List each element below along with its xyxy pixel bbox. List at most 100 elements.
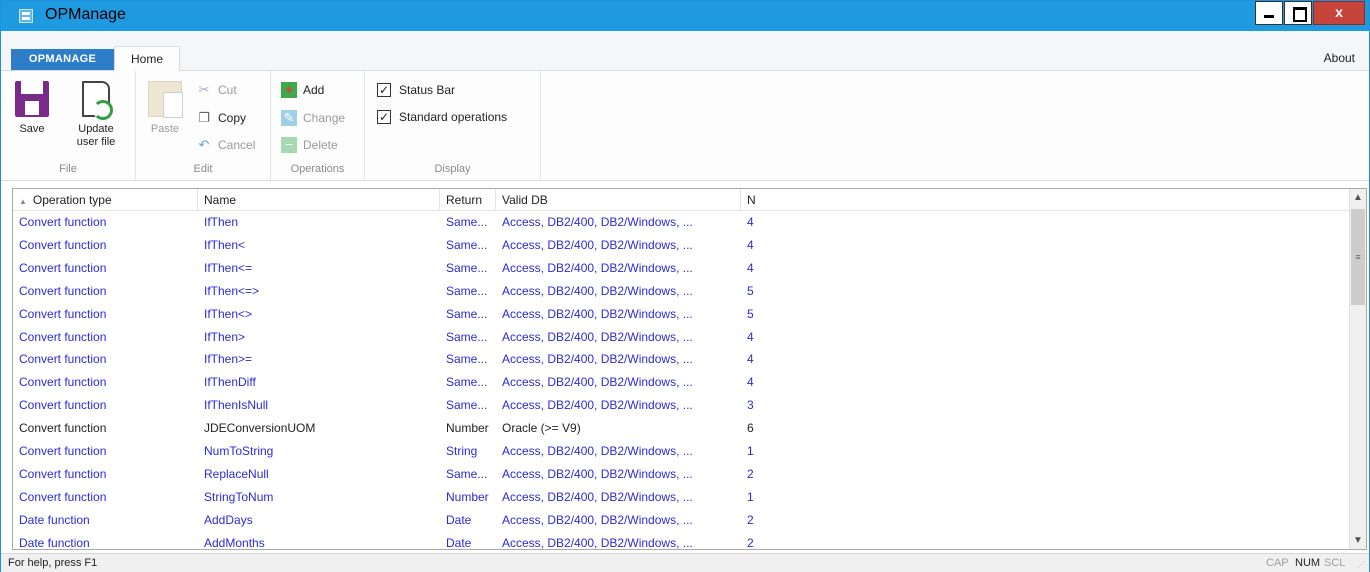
table-row[interactable]: Date function AddMonths Date Access, DB2/40… <box>13 532 1351 550</box>
scroll-lock-indicator: SCL <box>1324 557 1346 569</box>
update-user-file-button[interactable]: Update user file <box>65 81 127 149</box>
maximize-button[interactable] <box>1284 1 1312 25</box>
table-row[interactable]: Convert function IfThen Same... Access, DB2… <box>13 211 1351 234</box>
cell-n: 1 <box>747 444 754 458</box>
cell-name: AddMonths <box>204 535 265 550</box>
update-label-line2: user file <box>76 136 116 148</box>
cell-name: IfThen>= <box>204 352 253 367</box>
check-icon: ✓ <box>377 83 391 97</box>
table-row[interactable]: Convert function NumToString String Access,… <box>13 440 1351 463</box>
delete-label: Delete <box>303 138 338 152</box>
cell-name: StringToNum <box>204 489 274 504</box>
cell-name: IfThen <box>204 215 239 229</box>
cell-db: Access, DB2/400, DB2/Windows, ... <box>502 398 693 413</box>
scroll-down-arrow-icon[interactable]: ▼ <box>1350 532 1366 549</box>
change-button[interactable]: ✎ Change <box>281 109 345 127</box>
update-file-icon <box>82 81 113 120</box>
status-bar-checkbox[interactable]: ✓ Status Bar <box>377 81 455 99</box>
table-row[interactable]: Convert function IfThenIsNull Same... Acces… <box>13 394 1351 417</box>
app-icon[interactable] <box>19 9 33 23</box>
cell-name: IfThen< <box>204 237 246 252</box>
cell-db: Access, DB2/400, DB2/Windows, ... <box>502 466 693 481</box>
table-row[interactable]: Convert function IfThen<> Same... Access, D… <box>13 303 1351 326</box>
save-label: Save <box>19 123 45 135</box>
tab-home[interactable]: Home <box>114 46 180 72</box>
table-row[interactable]: Convert function IfThen>= Same... Access, D… <box>13 348 1351 371</box>
paste-icon <box>148 81 183 118</box>
table-row[interactable]: Convert function JDEConversionUOM Number Or… <box>13 417 1351 440</box>
column-header-valid-db[interactable]: Valid DB <box>496 189 741 211</box>
cell-n: 6 <box>747 421 754 436</box>
about-link[interactable]: About <box>1324 51 1355 65</box>
cell-db: Access, DB2/400, DB2/Windows, ... <box>502 215 693 229</box>
copy-label: Copy <box>218 111 247 125</box>
table-row[interactable]: Convert function StringToNum Number Access,… <box>13 486 1351 509</box>
table-row[interactable]: Convert function ReplaceNull Same... Access… <box>13 463 1351 486</box>
cell-db: Access, DB2/400, DB2/Windows, ... <box>502 489 693 504</box>
cell-type: Convert function <box>19 329 107 344</box>
cell-n: 2 <box>747 466 754 481</box>
cut-button[interactable]: ✂ Cut <box>196 81 237 99</box>
ribbon-group-edit: Paste ✂ Cut ❐ Copy ↶ Cancel Edit <box>136 71 271 181</box>
table-row[interactable]: Convert function IfThenDiff Same... Access,… <box>13 371 1351 394</box>
cell-type: Date function <box>19 512 90 527</box>
cell-n: 4 <box>747 375 754 390</box>
column-header-operation-type[interactable]: ▲ Operation type <box>13 189 198 211</box>
paste-button[interactable]: Paste <box>144 81 186 136</box>
cell-name: JDEConversionUOM <box>204 421 316 436</box>
scroll-up-arrow-icon[interactable]: ▲ <box>1350 189 1366 206</box>
table-body: Convert function IfThen Same... Access, DB2… <box>13 211 1351 550</box>
cell-n: 2 <box>747 512 754 527</box>
vertical-scrollbar[interactable]: ▲ ≡ ▼ <box>1349 189 1366 549</box>
cell-type: Convert function <box>19 306 107 321</box>
scissors-icon: ✂ <box>198 82 210 97</box>
cut-label: Cut <box>218 83 237 97</box>
table-row[interactable]: Date function AddDays Date Access, DB2/400,… <box>13 509 1351 532</box>
delete-icon: − <box>281 137 297 153</box>
table-row[interactable]: Convert function IfThen<= Same... Access, D… <box>13 257 1351 280</box>
column-header-n[interactable]: N <box>741 189 769 211</box>
tab-opmanage[interactable]: OPMANAGE <box>11 49 114 70</box>
table-row[interactable]: Convert function IfThen> Same... Access, DB… <box>13 326 1351 349</box>
column-header-return[interactable]: Return <box>440 189 496 211</box>
status-bar-label: Status Bar <box>399 83 456 97</box>
cell-ret: Date <box>446 535 472 550</box>
cell-db: Oracle (>= V9) <box>502 421 581 436</box>
cell-ret: Same... <box>446 215 488 229</box>
cell-name: IfThen<=> <box>204 283 260 298</box>
add-button[interactable]: + Add <box>281 81 324 99</box>
cell-db: Access, DB2/400, DB2/Windows, ... <box>502 352 693 367</box>
cell-name: IfThen<= <box>204 260 253 275</box>
group-label-edit: Edit <box>193 163 213 175</box>
resize-grip-icon[interactable]: ⋰ <box>1357 561 1367 571</box>
minimize-button[interactable] <box>1255 1 1283 25</box>
table-row[interactable]: Convert function IfThen< Same... Access, DB… <box>13 234 1351 257</box>
table-row[interactable]: Convert function IfThen<=> Same... Access, … <box>13 280 1351 303</box>
sort-ascending-icon: ▲ <box>19 197 27 206</box>
scrollbar-thumb[interactable]: ≡ <box>1351 209 1365 305</box>
cell-db: Access, DB2/400, DB2/Windows, ... <box>502 375 693 390</box>
cancel-button[interactable]: ↶ Cancel <box>196 136 256 154</box>
cell-n: 5 <box>747 283 754 298</box>
copy-button[interactable]: ❐ Copy <box>196 109 246 127</box>
cell-type: Date function <box>19 535 90 550</box>
column-header-name[interactable]: Name <box>198 189 440 211</box>
cell-ret: Same... <box>446 375 488 390</box>
edit-icon: ✎ <box>281 110 297 126</box>
cell-n: 3 <box>747 398 754 413</box>
cell-db: Access, DB2/400, DB2/Windows, ... <box>502 260 693 275</box>
delete-button[interactable]: − Delete <box>281 136 338 154</box>
cell-name: IfThenIsNull <box>204 398 269 413</box>
close-button[interactable]: x <box>1313 1 1365 25</box>
cell-db: Access, DB2/400, DB2/Windows, ... <box>502 444 693 458</box>
title-bar: OPManage x <box>1 1 1369 31</box>
cell-db: Access, DB2/400, DB2/Windows, ... <box>502 306 693 321</box>
cell-n: 4 <box>747 329 754 344</box>
standard-operations-checkbox[interactable]: ✓ Standard operations <box>377 108 507 126</box>
ribbon-group-display: ✓ Status Bar ✓ Standard operations Displ… <box>365 71 541 181</box>
cell-ret: Number <box>446 489 489 504</box>
save-button[interactable]: Save <box>9 81 55 136</box>
app-window: OPManage x OPMANAGE Home About Save Upda… <box>0 0 1370 572</box>
cancel-label: Cancel <box>218 138 256 152</box>
cell-type: Convert function <box>19 444 107 458</box>
